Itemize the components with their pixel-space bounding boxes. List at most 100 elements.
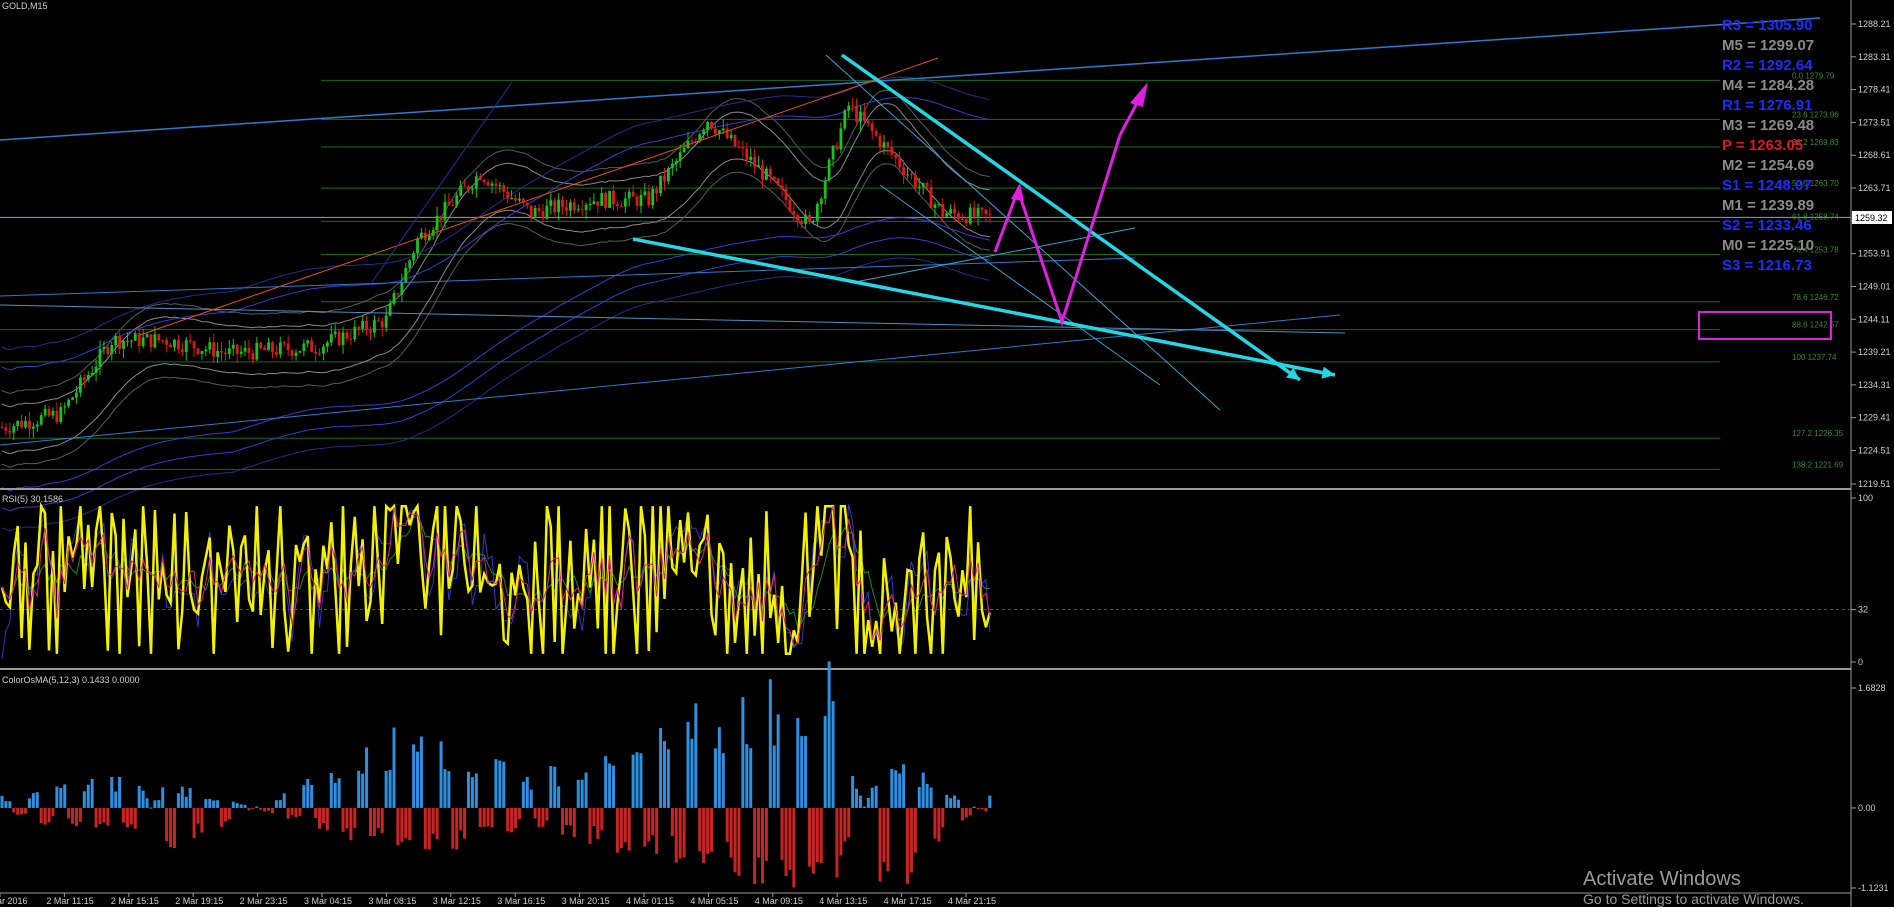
candle-body: [569, 202, 572, 211]
candle-body: [325, 342, 329, 347]
osma-bar: [251, 807, 255, 809]
osma-bar: [416, 751, 420, 808]
candle-body: [467, 186, 470, 190]
osma-bar: [639, 753, 643, 808]
candle-body: [161, 340, 165, 342]
osma-bar: [502, 761, 506, 808]
osma-bar: [615, 807, 619, 853]
candle-body: [576, 209, 580, 211]
candle-body: [851, 105, 855, 107]
candle-body: [874, 131, 878, 136]
osma-bar: [631, 754, 635, 808]
osma-bar: [917, 787, 921, 808]
osma-bar: [67, 807, 71, 819]
candle-body: [639, 194, 643, 206]
osma-bar: [670, 807, 674, 836]
osma-bar: [63, 784, 67, 808]
osma-bar: [576, 779, 580, 808]
osma-bar: [545, 807, 549, 821]
osma-bar: [298, 807, 302, 816]
price-tick-label: 1234.31: [1858, 380, 1891, 390]
osma-bar: [255, 806, 259, 808]
osma-bar: [517, 807, 521, 819]
candle-body: [733, 134, 737, 147]
candle-body: [255, 342, 259, 360]
osma-bar: [894, 770, 898, 808]
osma-bar: [145, 798, 149, 808]
osma-bar: [780, 807, 784, 860]
osma-bar: [466, 771, 470, 808]
osma-bar: [831, 701, 835, 808]
candle-body: [502, 185, 506, 192]
osma-bar: [784, 807, 788, 876]
candle-body: [823, 180, 827, 199]
osma-bar: [976, 807, 980, 809]
osma-bar: [188, 788, 192, 808]
candle-body: [655, 188, 659, 194]
candle-body: [98, 348, 102, 367]
time-tick-label: 2 Mar 23:15: [240, 896, 288, 906]
osma-bar: [427, 807, 431, 850]
osma-bar: [600, 807, 604, 831]
candle-body: [318, 353, 321, 355]
osma-bar: [568, 807, 572, 826]
osma-bar: [811, 807, 815, 874]
candle-body: [192, 341, 196, 349]
osma-bar: [176, 793, 180, 808]
candle-body: [968, 207, 972, 224]
candle-body: [549, 200, 553, 206]
osma-bar: [702, 807, 706, 864]
time-tick-label: 3 Mar 04:15: [304, 896, 352, 906]
candle-body: [710, 121, 713, 129]
osma-bar: [318, 807, 322, 829]
candle-body: [102, 347, 106, 349]
osma-bar: [819, 807, 823, 864]
osma-bar: [376, 807, 380, 829]
osma-bar: [263, 807, 267, 812]
candle-body: [4, 427, 8, 431]
candle-body: [94, 366, 98, 374]
time-tick-label: 1 Mar 2016: [0, 896, 28, 906]
candle-body: [59, 407, 63, 422]
candle-body: [204, 349, 208, 352]
candle-body: [839, 128, 843, 150]
osma-bar: [498, 760, 502, 808]
osma-bar: [862, 806, 866, 808]
osma-bar: [619, 807, 623, 849]
osma-bar: [584, 772, 588, 808]
osma-bar: [890, 768, 894, 808]
candle-body: [913, 175, 917, 188]
pivot-label: M4 = 1284.28: [1722, 77, 1814, 94]
candle-body: [815, 203, 819, 221]
candle-body: [506, 191, 510, 199]
osma-bar: [655, 807, 659, 854]
candle-body: [173, 339, 176, 348]
time-tick-label: 4 Mar 01:15: [626, 896, 674, 906]
candle-body: [525, 202, 529, 206]
osma-bar: [596, 807, 600, 840]
candle-body: [784, 189, 788, 200]
osma-bar: [800, 736, 804, 808]
osma-bar: [909, 807, 913, 873]
osma-bar: [529, 789, 533, 808]
osma-bar: [384, 770, 388, 808]
candle-body: [980, 207, 984, 210]
candle-body: [455, 195, 459, 206]
candle-body: [937, 203, 941, 205]
candle-body: [380, 321, 384, 328]
candle-body: [596, 201, 600, 206]
osma-bar: [212, 800, 216, 808]
osma-bar: [533, 807, 537, 819]
osma-bar: [717, 727, 721, 808]
osma-bar: [98, 807, 102, 824]
osma-bar: [537, 807, 541, 828]
candle-body: [416, 238, 419, 254]
candle-body: [514, 198, 517, 201]
osma-bar: [349, 807, 353, 841]
osma-bar: [564, 807, 568, 825]
osma-bar: [843, 807, 847, 842]
candle-body: [725, 128, 729, 139]
time-tick-label: 4 Mar 05:15: [690, 896, 738, 906]
candle-body: [878, 135, 882, 148]
osma-bar: [815, 807, 819, 863]
